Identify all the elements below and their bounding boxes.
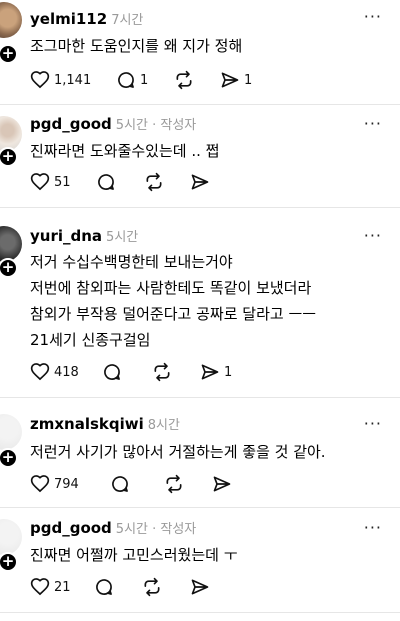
- follow-plus-icon[interactable]: +: [0, 258, 18, 278]
- follow-plus-icon[interactable]: +: [0, 448, 18, 468]
- repost-button[interactable]: [142, 576, 166, 598]
- comment-button[interactable]: [96, 171, 120, 193]
- heart-icon: [30, 578, 50, 596]
- like-count: 1,141: [54, 72, 92, 88]
- share-icon: [191, 174, 209, 190]
- comment-count: 1: [140, 72, 149, 88]
- like-count: 418: [54, 364, 79, 380]
- repost-button[interactable]: [164, 473, 188, 495]
- follow-plus-icon[interactable]: +: [0, 147, 18, 167]
- username[interactable]: yelmi112: [30, 10, 107, 28]
- comment-icon: [96, 579, 112, 595]
- divider: [0, 104, 400, 105]
- divider: [0, 397, 400, 398]
- avatar[interactable]: [0, 414, 22, 450]
- repost-button[interactable]: [144, 171, 168, 193]
- like-button[interactable]: 21: [30, 576, 71, 598]
- comment-icon: [104, 364, 120, 380]
- avatar[interactable]: [0, 226, 22, 262]
- share-button[interactable]: [212, 473, 236, 495]
- share-icon: [201, 364, 219, 380]
- username[interactable]: pgd_good: [30, 115, 112, 133]
- divider: [0, 507, 400, 508]
- comment-icon: [118, 72, 134, 88]
- avatar[interactable]: [0, 519, 22, 555]
- action-bar: 418 1: [30, 361, 370, 383]
- repost-button[interactable]: [152, 361, 176, 383]
- repost-icon: [144, 577, 160, 597]
- share-count: 1: [244, 72, 253, 88]
- like-button[interactable]: 794: [30, 473, 79, 495]
- like-count: 794: [54, 476, 79, 492]
- post-meta: 8시간: [147, 418, 180, 433]
- username[interactable]: zmxnalskqiwi: [30, 415, 144, 433]
- like-button[interactable]: 418: [30, 361, 79, 383]
- more-icon[interactable]: ···: [364, 114, 382, 133]
- action-bar: 1,141 1 1: [30, 69, 370, 91]
- comment-text: 저번에 참외파는 사람한테도 똑같이 보냈더라: [30, 279, 312, 297]
- share-button[interactable]: 1: [220, 69, 252, 91]
- action-bar: 21: [30, 576, 370, 598]
- heart-icon: [30, 173, 50, 191]
- like-button[interactable]: 1,141: [30, 69, 91, 91]
- share-count: 1: [224, 364, 233, 380]
- repost-icon: [176, 70, 192, 90]
- share-button[interactable]: [190, 576, 214, 598]
- comment-button[interactable]: [110, 473, 134, 495]
- more-icon[interactable]: ···: [364, 7, 382, 26]
- repost-icon: [166, 474, 182, 494]
- comment-icon: [98, 174, 114, 190]
- post-meta: 5시간 · 작성자: [115, 522, 197, 537]
- action-bar: 794: [30, 473, 370, 495]
- comment-text: 저거 수십수백명한테 보내는거야: [30, 253, 233, 271]
- follow-plus-icon[interactable]: +: [0, 552, 18, 572]
- like-button[interactable]: 51: [30, 171, 71, 193]
- comment-text: 저런거 사기가 많아서 거절하는게 좋을 것 같아.: [30, 443, 326, 461]
- heart-icon: [30, 363, 50, 381]
- username[interactable]: yuri_dna: [30, 227, 102, 245]
- repost-icon: [146, 172, 162, 192]
- follow-plus-icon[interactable]: +: [0, 44, 18, 64]
- comment-icon: [112, 476, 128, 492]
- post-meta: 5시간: [106, 230, 139, 245]
- comment-text: 조그마한 도움인지를 왜 지가 정해: [30, 37, 243, 55]
- share-button[interactable]: 1: [200, 361, 232, 383]
- comment-button[interactable]: [94, 576, 118, 598]
- heart-icon: [30, 71, 50, 89]
- share-button[interactable]: [190, 171, 214, 193]
- action-bar: 51: [30, 171, 370, 193]
- comment-button[interactable]: 1: [116, 69, 148, 91]
- post-meta: 7시간: [111, 13, 144, 28]
- comment-text: 진짜라면 도와줄수있는데 .. 쩝: [30, 142, 220, 160]
- share-icon: [221, 72, 239, 88]
- avatar[interactable]: [0, 2, 22, 38]
- repost-button[interactable]: [174, 69, 198, 91]
- heart-icon: [30, 475, 50, 493]
- comment-button[interactable]: [102, 361, 126, 383]
- post-meta: 5시간 · 작성자: [115, 118, 197, 133]
- username[interactable]: pgd_good: [30, 519, 112, 537]
- more-icon[interactable]: ···: [364, 226, 382, 245]
- share-icon: [191, 579, 209, 595]
- comment-text: 21세기 신종구걸임: [30, 331, 151, 349]
- repost-icon: [154, 362, 170, 382]
- like-count: 21: [54, 579, 71, 595]
- comment-text: 참외가 부작용 덜어준다고 공짜로 달라고 ㅡㅡ: [30, 305, 317, 323]
- divider: [0, 612, 400, 613]
- share-icon: [213, 476, 231, 492]
- more-icon[interactable]: ···: [364, 518, 382, 537]
- like-count: 51: [54, 174, 71, 190]
- divider: [0, 207, 400, 208]
- more-icon[interactable]: ···: [364, 414, 382, 433]
- comment-text: 진짜면 어쩔까 고민스러웠는데 ㅜ: [30, 546, 238, 564]
